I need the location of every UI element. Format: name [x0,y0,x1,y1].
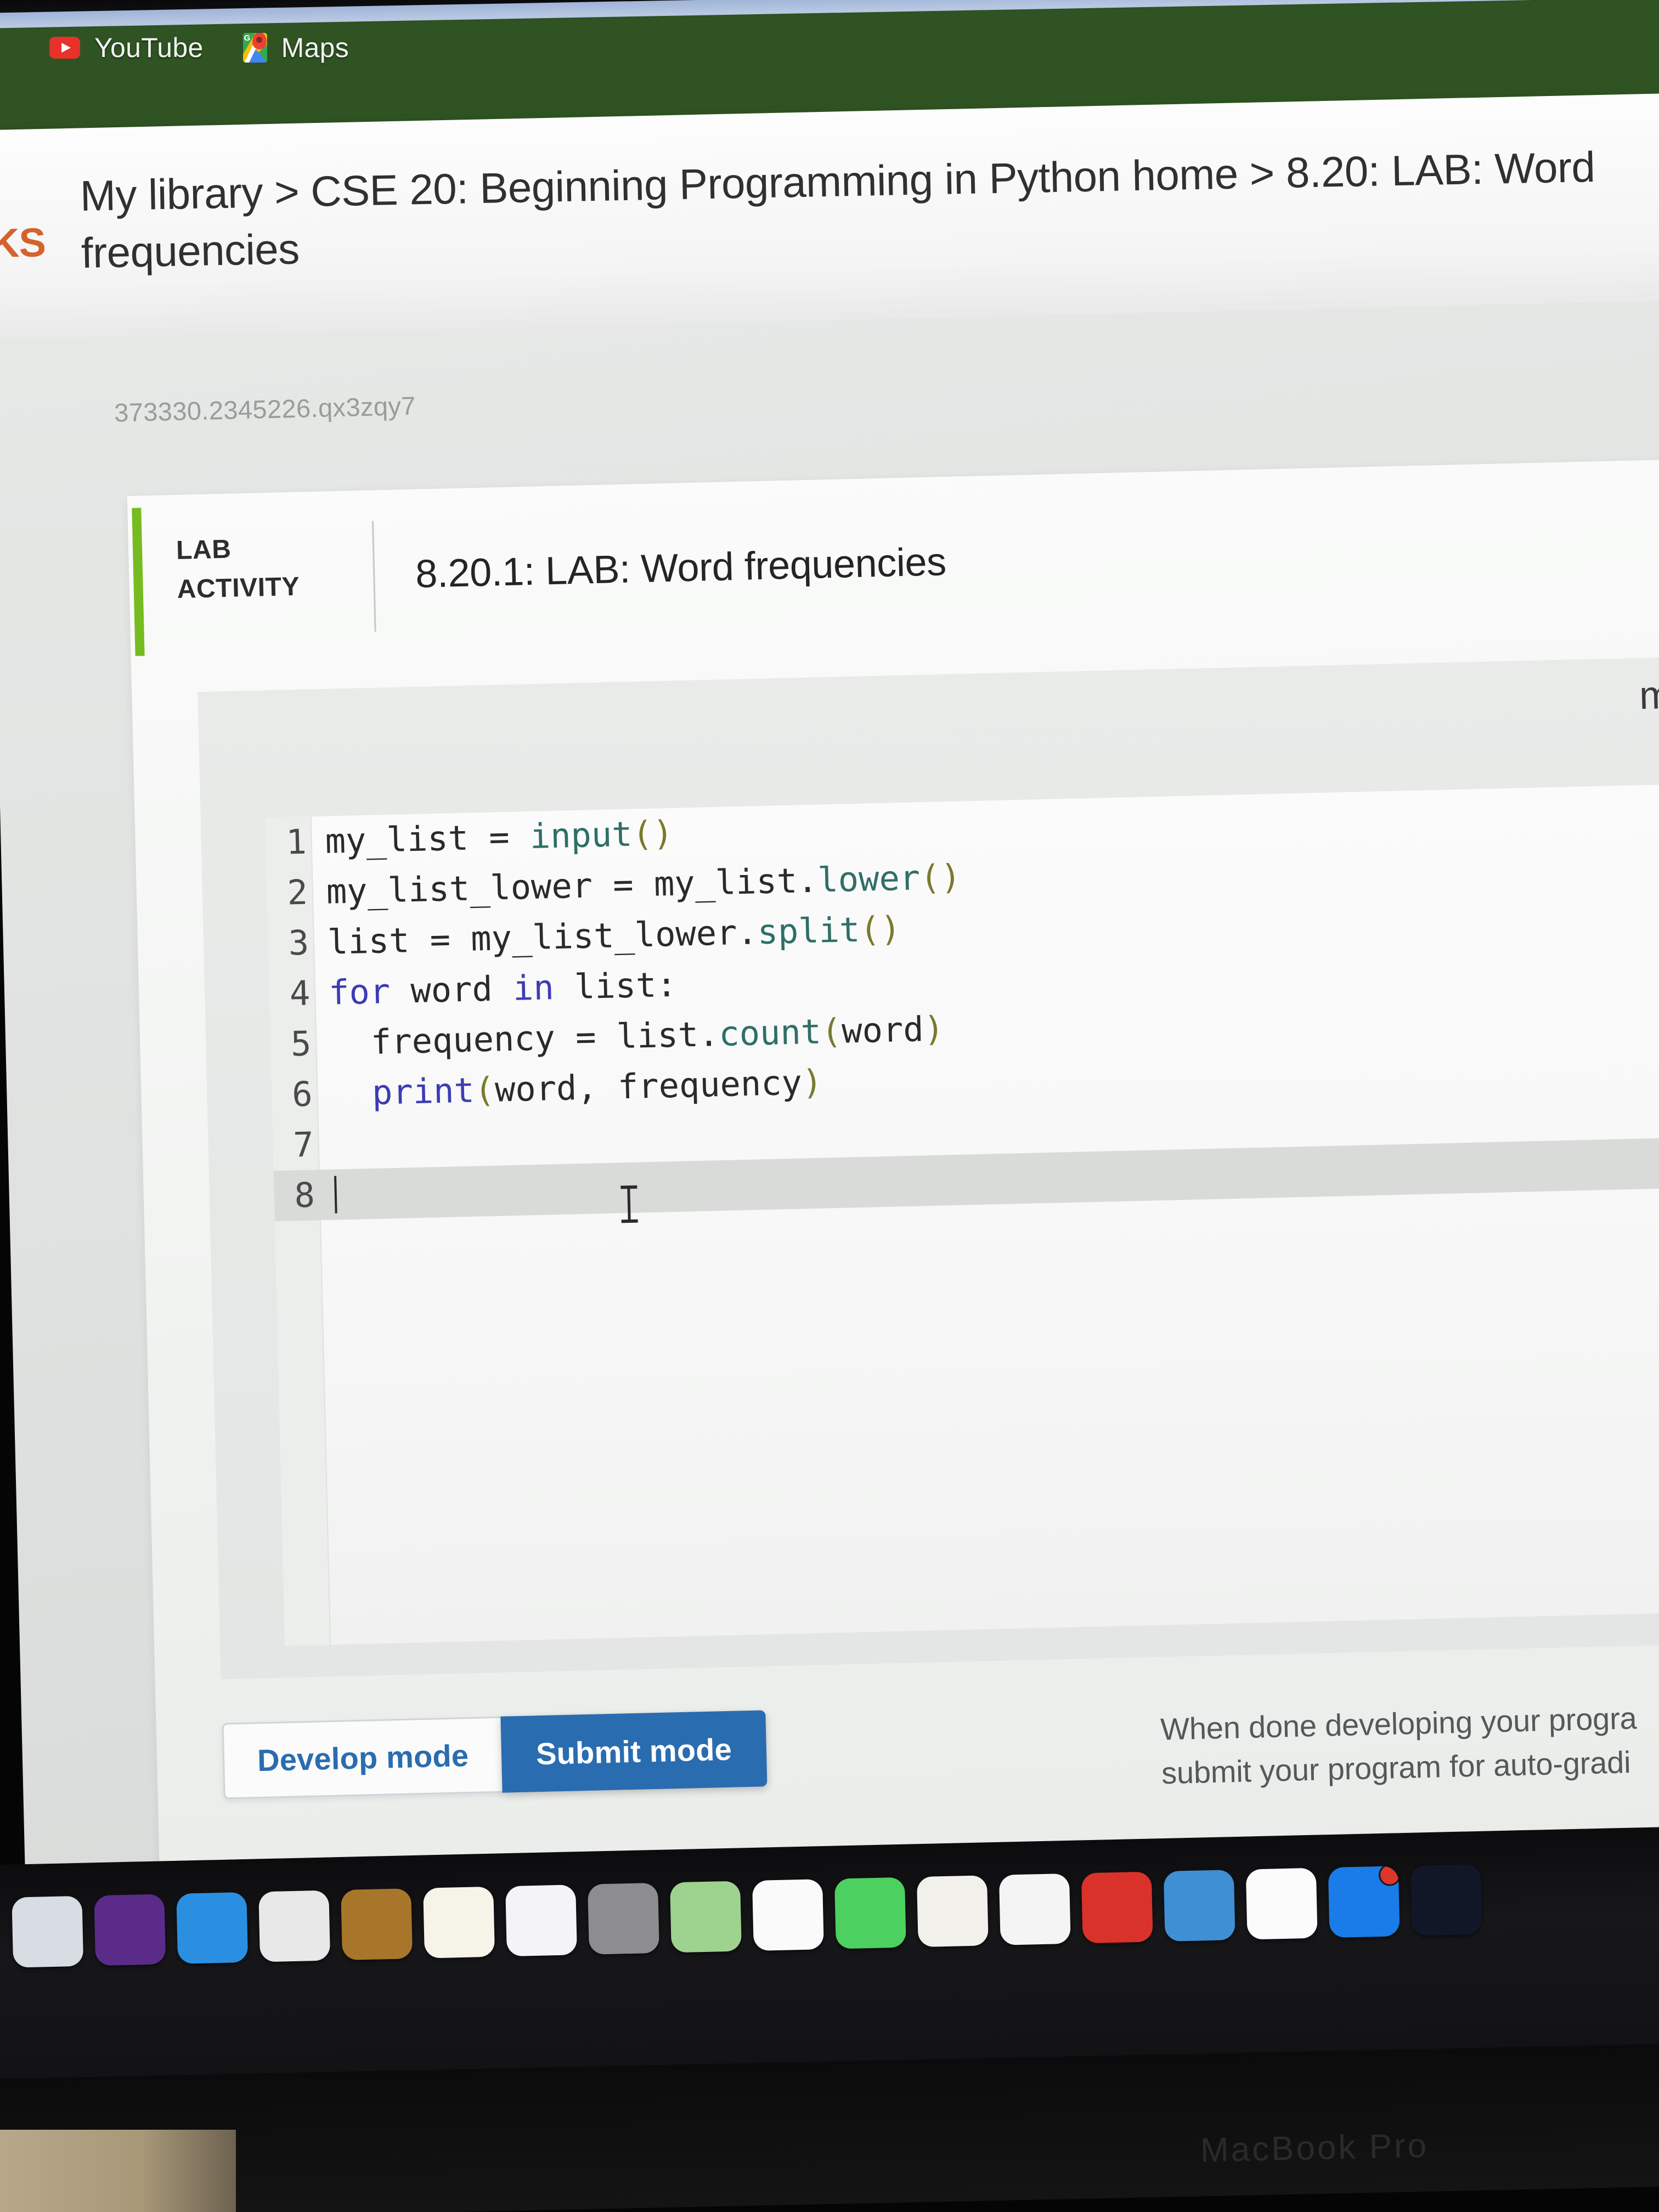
facetime-icon[interactable] [834,1877,906,1949]
bookmark-youtube-label: YouTube [94,32,204,63]
text-caret [334,1176,337,1214]
bookmark-maps[interactable]: G Maps [242,32,349,64]
news-icon[interactable] [1245,1867,1318,1940]
activity-kicker-line1: LAB [176,534,232,566]
text-cursor-icon [620,1182,638,1225]
google-maps-icon: G [242,33,267,63]
lab-activity-card: LAB ACTIVITY 8.20.1: LAB: Word frequenci… [127,458,1659,2018]
macos-dock[interactable] [12,1864,1482,1968]
mode-toggle-group: Develop mode Submit mode [222,1710,768,1799]
pages-icon[interactable] [916,1875,989,1948]
numbers-icon[interactable] [998,1873,1071,1945]
desk-surface [0,2130,236,2212]
zoom-dark-icon[interactable] [1410,1864,1482,1936]
notification-badge [1378,1866,1400,1887]
activity-id-label: 373330.2345226.qx3zqy7 [114,391,416,427]
line-number: 4 [289,973,311,1014]
file-tab-label[interactable]: ma [1639,672,1659,718]
launchpad-folder-icon[interactable] [341,1888,413,1960]
keynote-icon[interactable] [1081,1871,1153,1944]
zybooks-page-body: 373330.2345226.qx3zqy7 LAB ACTIVITY 8.20… [0,300,1659,2018]
code-editor[interactable]: 1 my_list = input() 2 my_list_lower = my_li… [265,783,1659,1646]
app-store-icon[interactable] [1328,1866,1400,1938]
line-number: 7 [292,1124,314,1165]
chrome-icon[interactable] [258,1890,331,1962]
line-number: 2 [286,872,308,913]
activity-kicker-line2: ACTIVITY [177,572,300,605]
activity-title: 8.20.1: LAB: Word frequencies [415,540,947,596]
line-number: 5 [290,1023,312,1064]
bookmark-youtube[interactable]: YouTube [49,32,204,64]
lab-activity-header: LAB ACTIVITY 8.20.1: LAB: Word frequenci… [127,471,1659,656]
maps-app-icon[interactable] [670,1881,742,1953]
code-lines[interactable]: 1 my_list = input() 2 my_list_lower = my_li… [266,783,1659,1222]
siri-icon[interactable] [94,1894,166,1966]
line-number: 6 [291,1074,313,1115]
code-text: my_list = input() [324,812,674,861]
line-number: 3 [287,922,309,963]
reminders-icon[interactable] [505,1884,577,1957]
system-preferences-icon[interactable] [588,1882,659,1955]
safari-icon[interactable] [176,1892,249,1964]
zybooks-logo-fragment[interactable]: KS [0,219,46,267]
activity-kicker: LAB ACTIVITY [141,503,375,656]
code-editor-shell: ma 1 my_list = input() 2 my_list_lower = my… [198,656,1659,1679]
finder-icon[interactable] [12,1895,84,1968]
mode-hint-text: When done developing your progra submit … [1160,1691,1659,1795]
notes-icon[interactable] [423,1886,495,1959]
bookmarks-list: YouTube G Maps [49,32,349,64]
code-text: for word in list: [328,964,678,1013]
develop-mode-button[interactable]: Develop mode [222,1716,503,1799]
keynote-present-icon[interactable] [1163,1870,1235,1942]
photos-icon[interactable] [752,1879,824,1951]
youtube-icon [49,37,80,59]
photo-of-laptop-screen: YouTube G Maps KS My library > CSE 20: B… [0,0,1659,2212]
bookmark-maps-label: Maps [281,32,349,63]
device-label: MacBook Pro [1200,2126,1429,2170]
line-number: 1 [285,821,307,862]
line-number: 8 [294,1175,315,1216]
submit-mode-button[interactable]: Submit mode [500,1710,768,1793]
